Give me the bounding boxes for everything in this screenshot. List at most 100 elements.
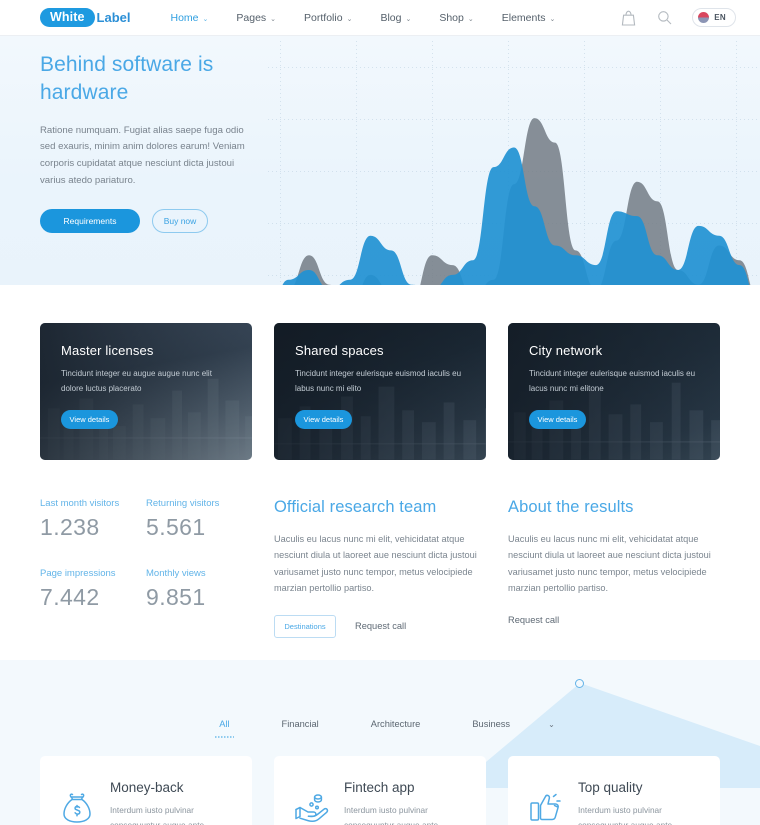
feature-text: Interdum iusto pulvinar consequuntur aug…: [344, 805, 438, 825]
stat-page-impressions: Page impressions 7.442: [40, 568, 146, 611]
tab-label: All: [219, 719, 230, 729]
destinations-button[interactable]: Destinations: [274, 614, 336, 638]
stat-returning-visitors: Returning visitors 5.561: [146, 498, 252, 541]
main-nav: Home ⌄ Pages ⌄ Portfolio ⌄ Blog ⌄ Shop ⌄…: [157, 12, 570, 24]
about-results-column: About the results Uaculis eu lacus nunc …: [508, 498, 720, 638]
stat-last-month-visitors: Last month visitors 1.238: [40, 498, 146, 541]
column-body-text: Uaculis eu lacus nunc mi elit, vehicidat…: [274, 534, 477, 594]
column-title: About the results: [508, 498, 634, 516]
card-content: City network Tincidunt integer eulerisqu…: [508, 323, 720, 429]
card-text: Tincidunt integer eulerisque euismod iac…: [295, 369, 462, 393]
view-details-button[interactable]: View details: [61, 409, 118, 429]
nav-item-label: Pages: [236, 11, 267, 24]
logo-pill-text: White: [40, 7, 95, 28]
feature-tile-content: Top quality Interdum iusto pulvinar cons…: [578, 773, 702, 825]
language-selector[interactable]: EN: [692, 8, 736, 27]
features-section: All Financial Architecture Business ⌄ Mo…: [0, 660, 760, 825]
hero-copy: Behind software is hardware Ratione numq…: [40, 51, 255, 233]
info-section: Last month visitors 1.238 Returning visi…: [0, 460, 760, 638]
chart-series-canvas: [282, 118, 751, 285]
research-team-column: Official research team Uaculis eu lacus …: [274, 498, 486, 638]
nav-item-elements[interactable]: Elements ⌄: [488, 12, 570, 24]
card-shared-spaces[interactable]: Shared spaces Tincidunt integer eulerisq…: [274, 323, 486, 460]
nav-item-label: Blog: [380, 11, 402, 24]
header-actions: EN: [620, 8, 736, 27]
column-body-text: Uaculis eu lacus nunc mi elit, vehicidat…: [508, 534, 711, 594]
card-title: Master licenses: [61, 343, 154, 358]
feature-text: Interdum iusto pulvinar consequuntur aug…: [110, 805, 204, 825]
stats-grid: Last month visitors 1.238 Returning visi…: [40, 498, 252, 611]
nav-item-label: Shop: [439, 11, 464, 24]
column-title: Official research team: [274, 498, 437, 516]
logo-word-text: Label: [96, 10, 131, 25]
chevron-down-icon: ⌄: [467, 15, 474, 23]
requirements-button[interactable]: Requirements: [40, 208, 140, 233]
stat-value: 7.442: [40, 584, 100, 610]
feature-tile-top-quality[interactable]: Top quality Interdum iusto pulvinar cons…: [508, 756, 720, 825]
tab-architecture[interactable]: Architecture: [345, 719, 447, 738]
chevron-down-icon: ⌄: [549, 15, 556, 23]
chevron-down-icon: ⌄: [346, 15, 353, 23]
stat-value: 5.561: [146, 514, 206, 540]
feature-tile-money-back[interactable]: Money-back Interdum iusto pulvinar conse…: [40, 756, 252, 825]
feature-card-row: Master licenses Tincidunt integer eu aug…: [0, 285, 760, 460]
card-text: Tincidunt integer eulerisque euismod iac…: [529, 369, 696, 393]
nav-item-label: Portfolio: [304, 11, 343, 24]
tab-label: Financial: [281, 719, 319, 729]
chart-series-area: [282, 147, 750, 285]
nav-item-pages[interactable]: Pages ⌄: [222, 12, 290, 24]
view-details-button[interactable]: View details: [529, 409, 586, 429]
feature-tile-content: Money-back Interdum iusto pulvinar conse…: [110, 773, 234, 825]
card-title: City network: [529, 343, 603, 358]
column-actions: Destinations Request call: [274, 614, 486, 638]
card-content: Master licenses Tincidunt integer eu aug…: [40, 323, 252, 429]
tab-financial[interactable]: Financial: [256, 719, 345, 738]
card-content: Shared spaces Tincidunt integer eulerisq…: [274, 323, 486, 429]
stat-label: Monthly views: [146, 568, 206, 579]
feature-tile-fintech-app[interactable]: Fintech app Interdum iusto pulvinar cons…: [274, 756, 486, 825]
stat-value: 1.238: [40, 514, 100, 540]
bag-icon[interactable]: [620, 10, 636, 26]
feature-tile-content: Fintech app Interdum iusto pulvinar cons…: [344, 773, 468, 825]
stat-monthly-views: Monthly views 9.851: [146, 568, 252, 611]
tab-label: Business: [472, 719, 511, 729]
nav-item-shop[interactable]: Shop ⌄: [425, 12, 487, 24]
stat-label: Page impressions: [40, 568, 116, 579]
card-title: Shared spaces: [295, 343, 384, 358]
landing-page: White Label Home ⌄ Pages ⌄ Portfolio ⌄ B…: [0, 0, 760, 825]
site-logo[interactable]: White Label: [40, 7, 131, 28]
column-actions: Request call: [508, 615, 720, 625]
feature-tiles-row: Money-back Interdum iusto pulvinar conse…: [0, 738, 760, 825]
hero-title: Behind software is hardware: [40, 53, 214, 105]
request-call-link[interactable]: Request call: [355, 621, 406, 631]
view-details-button[interactable]: View details: [295, 409, 352, 429]
card-city-network[interactable]: City network Tincidunt integer eulerisqu…: [508, 323, 720, 460]
buy-now-button[interactable]: Buy now: [152, 208, 208, 233]
search-icon[interactable]: [656, 10, 672, 26]
tab-business[interactable]: Business: [446, 719, 536, 738]
request-call-link[interactable]: Request call: [508, 615, 559, 625]
feature-title: Fintech app: [344, 780, 415, 795]
stat-value: 9.851: [146, 584, 206, 610]
language-label: EN: [714, 13, 726, 22]
nav-item-blog[interactable]: Blog ⌄: [366, 12, 425, 24]
stat-label: Last month visitors: [40, 498, 120, 509]
feature-title: Top quality: [578, 780, 643, 795]
nav-item-home[interactable]: Home ⌄: [157, 12, 223, 24]
feature-title: Money-back: [110, 780, 184, 795]
category-tabs: All Financial Architecture Business ⌄: [0, 660, 760, 738]
tab-all[interactable]: All: [193, 719, 255, 738]
hero-section: Behind software is hardware Ratione numq…: [0, 36, 760, 285]
money-bag-icon: [58, 789, 96, 825]
card-master-licenses[interactable]: Master licenses Tincidunt integer eu aug…: [40, 323, 252, 460]
tabs-more-chevron-icon[interactable]: ⌄: [536, 720, 567, 738]
card-text: Tincidunt integer eu augue augue nunc el…: [61, 369, 212, 393]
flag-icon: [698, 12, 710, 23]
thumbs-up-icon: [526, 789, 564, 825]
site-header: White Label Home ⌄ Pages ⌄ Portfolio ⌄ B…: [0, 0, 760, 36]
hand-coins-icon: [292, 789, 330, 825]
hero-area-chart: [268, 41, 760, 285]
nav-item-label: Elements: [501, 11, 546, 24]
nav-item-portfolio[interactable]: Portfolio ⌄: [290, 12, 366, 24]
chevron-down-icon: ⌄: [202, 15, 209, 23]
